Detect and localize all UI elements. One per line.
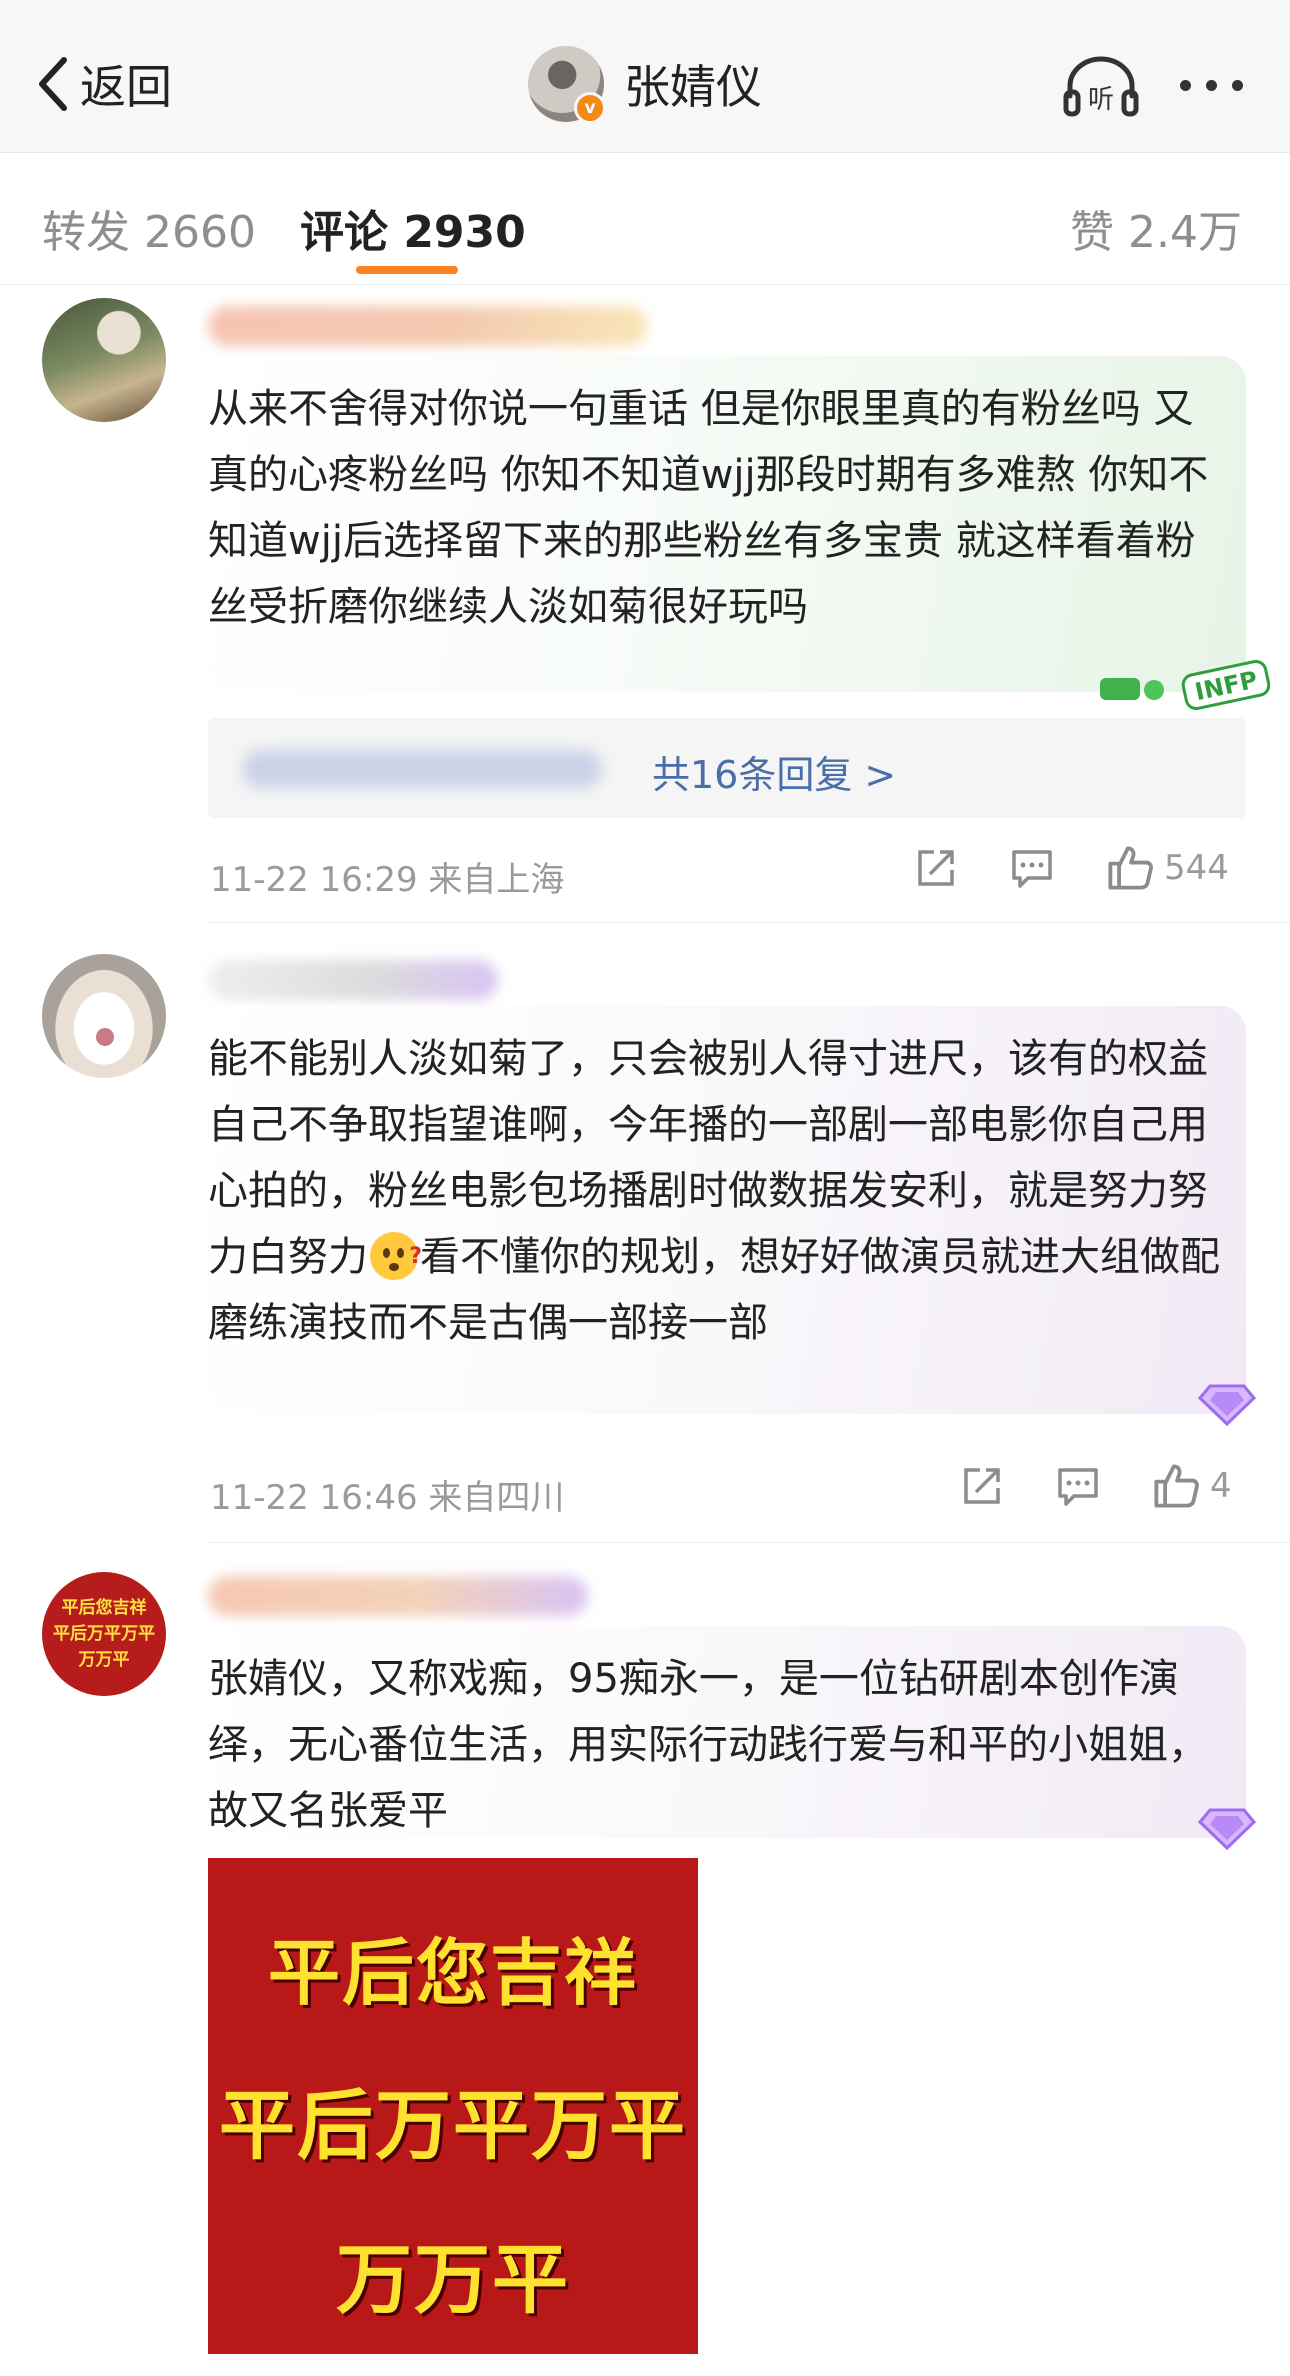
top-nav-bar: 返回 v 张婧仪 听 bbox=[0, 0, 1290, 153]
listen-headphones-icon[interactable]: 听 bbox=[1062, 56, 1140, 118]
like-count: 544 bbox=[1164, 848, 1229, 888]
like-thumb-icon[interactable] bbox=[1152, 1462, 1200, 1510]
comment-text: 能不能别人淡如菊了，只会被别人得寸进尺，该有的权益自己不争取指望谁啊，今年播的一… bbox=[208, 1026, 1224, 1356]
username-redacted[interactable] bbox=[208, 306, 648, 346]
tab-comment[interactable]: 评论 2930 bbox=[300, 196, 526, 260]
repost-icon[interactable] bbox=[960, 1464, 1004, 1508]
username-redacted[interactable] bbox=[208, 960, 498, 1000]
infp-sticker-icon: INFP bbox=[1100, 659, 1270, 711]
like-thumb-icon[interactable] bbox=[1106, 844, 1154, 892]
tab-bar: 转发 2660 评论 2930 赞 2.4万 bbox=[0, 152, 1290, 285]
comment-text-bubble: 张婧仪，又称戏痴，95痴永一，是一位钻研剧本创作演绎，无心番位生活，用实际行动践… bbox=[208, 1626, 1246, 1838]
verified-badge: v bbox=[574, 92, 606, 124]
comment-actions: 544 bbox=[914, 844, 1229, 892]
profile-header[interactable]: v 张婧仪 bbox=[528, 46, 762, 124]
comment-text: 张婧仪，又称戏痴，95痴永一，是一位钻研剧本创作演绎，无心番位生活，用实际行动践… bbox=[208, 1656, 1208, 1834]
comment-text: 从来不舍得对你说一句重话 但是你眼里真的有粉丝吗 又真的心疼粉丝吗 你知不知道w… bbox=[208, 386, 1209, 630]
comment-timestamp: 11-22 16:46 来自四川 bbox=[210, 1478, 565, 1518]
diamond-badge-icon bbox=[1197, 1384, 1257, 1427]
comment-icon[interactable] bbox=[1056, 1464, 1100, 1508]
avatar-text: 平后万平万平 bbox=[53, 1624, 155, 1644]
avatar[interactable]: v bbox=[528, 46, 606, 124]
comment-timestamp: 11-22 16:29 来自上海 bbox=[210, 860, 565, 900]
reply-author-redacted bbox=[242, 750, 602, 788]
chevron-left-icon bbox=[39, 57, 67, 111]
active-tab-indicator bbox=[356, 266, 458, 274]
image-text: 平后万平万平 bbox=[219, 2080, 687, 2170]
comment-image[interactable]: 平后您吉祥 平后万平万平 万万平 bbox=[208, 1858, 698, 2354]
more-options-icon[interactable] bbox=[1180, 80, 1243, 91]
tab-likes[interactable]: 赞 2.4万 bbox=[1070, 196, 1242, 260]
tab-repost[interactable]: 转发 2660 bbox=[42, 196, 256, 260]
image-text: 平后您吉祥 bbox=[267, 1931, 638, 2015]
like-count: 4 bbox=[1210, 1466, 1232, 1506]
diamond-badge-icon bbox=[1197, 1808, 1257, 1851]
comment-icon[interactable] bbox=[1010, 846, 1054, 890]
reply-count-link[interactable]: 共16条回复 > bbox=[652, 744, 896, 799]
image-text: 万万平 bbox=[336, 2235, 570, 2324]
avatar-text: 平后您吉祥 bbox=[61, 1598, 147, 1618]
avatar[interactable] bbox=[42, 298, 166, 422]
comment-text-bubble: 从来不舍得对你说一句重话 但是你眼里真的有粉丝吗 又真的心疼粉丝吗 你知不知道w… bbox=[208, 356, 1246, 692]
avatar[interactable] bbox=[42, 954, 166, 1078]
divider bbox=[208, 1542, 1290, 1543]
reply-preview[interactable]: 共16条回复 > bbox=[208, 718, 1246, 818]
comment-text-bubble: 能不能别人淡如菊了，只会被别人得寸进尺，该有的权益自己不争取指望谁啊，今年播的一… bbox=[208, 1006, 1246, 1414]
back-button[interactable]: 返回 bbox=[34, 52, 172, 116]
avatar-text: 万万平 bbox=[78, 1650, 130, 1670]
divider bbox=[208, 922, 1290, 923]
comment-actions: 4 bbox=[960, 1462, 1232, 1510]
listen-label: 听 bbox=[1088, 85, 1114, 115]
avatar[interactable]: 平后您吉祥 平后万平万平 万万平 bbox=[42, 1572, 166, 1696]
confused-face-emoji-icon: ? bbox=[370, 1232, 422, 1280]
back-label: 返回 bbox=[80, 60, 172, 114]
page-title: 张婧仪 bbox=[624, 60, 762, 114]
username-redacted[interactable] bbox=[208, 1576, 588, 1616]
repost-icon[interactable] bbox=[914, 846, 958, 890]
